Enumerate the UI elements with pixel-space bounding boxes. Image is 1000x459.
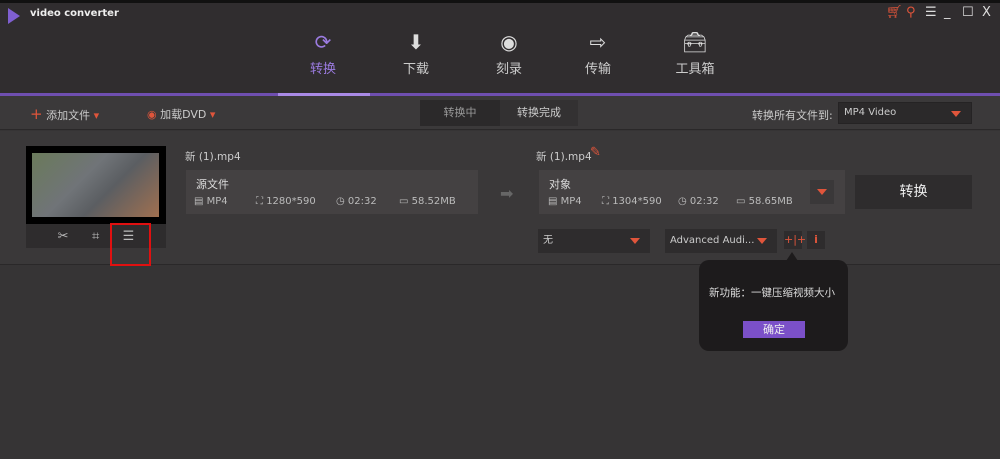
source-card: 源文件 ▤ MP4 ⛶ 1280*590 ◷ 02:32 ▭ 58.52MB (186, 170, 478, 214)
clock-icon: ◷ (678, 196, 687, 207)
subtitle-select[interactable]: 无 (538, 229, 650, 253)
clock-icon: ◷ (336, 196, 345, 207)
edit-icon[interactable]: ✎ (590, 145, 601, 160)
menu-icon[interactable]: ☰ (925, 5, 937, 20)
nav-download[interactable]: ⬇ 下载 (381, 28, 451, 77)
target-card: 对象 ▤ MP4 ⛶ 1304*590 ◷ 02:32 ▭ 58.65MB (539, 170, 845, 214)
key-icon[interactable]: ⚲ (906, 5, 916, 20)
nav-convert[interactable]: ⟳ 转换 (288, 28, 358, 77)
chevron-down-icon[interactable]: ▾ (210, 108, 216, 121)
resolution-icon: ⛶ (602, 196, 609, 207)
source-filename: 新 (1).mp4 (185, 151, 241, 163)
info-icon[interactable]: i (807, 231, 825, 249)
popup-ok-button[interactable]: 确定 (743, 321, 805, 338)
highlight-box (110, 223, 151, 266)
burn-icon: ◉ (500, 30, 518, 54)
crop-icon[interactable]: ⌗ (92, 229, 99, 244)
target-filename: 新 (1).mp4 (536, 151, 592, 163)
chevron-down-icon (630, 238, 640, 244)
toolbox-icon: 🧰︎ (682, 30, 708, 54)
nav-toolbox[interactable]: 🧰︎ 工具箱 (660, 28, 730, 77)
arrow-right-icon: ➡ (500, 184, 514, 203)
convert-all-label: 转换所有文件到: (752, 109, 833, 122)
chevron-down-icon (757, 238, 767, 244)
folder-icon: ▭ (399, 196, 409, 207)
scissors-icon[interactable]: ✂ (58, 229, 69, 244)
folder-icon: ▭ (736, 196, 746, 207)
output-format-select[interactable]: MP4 Video (838, 102, 972, 124)
nav-transfer[interactable]: ⇨ 传输 (563, 28, 633, 77)
compress-icon[interactable]: +|+ (784, 231, 806, 249)
convert-icon: ⟳ (314, 30, 332, 54)
popup-message: 新功能：一键压缩视频大小 (709, 287, 835, 299)
chevron-down-icon[interactable]: ▾ (94, 109, 100, 122)
download-icon: ⬇ (407, 30, 425, 54)
transfer-icon: ⇨ (589, 30, 607, 54)
audio-select[interactable]: Advanced Audi... (665, 229, 777, 253)
minimize-icon[interactable]: _ (944, 5, 951, 20)
convert-button[interactable]: 转换 (855, 175, 972, 209)
disc-icon: ◉ (147, 108, 157, 121)
source-title: 源文件 (196, 178, 229, 191)
film-icon: ▤ (548, 196, 558, 207)
app-title: video converter (30, 8, 119, 19)
resolution-icon: ⛶ (256, 196, 263, 207)
maximize-icon[interactable]: ☐ (962, 5, 974, 20)
tab-converting[interactable]: 转换中 (420, 100, 500, 126)
cart-icon[interactable]: 🛒︎ (886, 5, 903, 20)
plus-icon: + (30, 105, 43, 123)
app-logo-icon (8, 8, 20, 24)
chevron-down-icon (817, 189, 827, 195)
tab-converted[interactable]: 转换完成 (500, 100, 578, 126)
chevron-down-icon (951, 111, 961, 117)
close-icon[interactable]: X (982, 5, 991, 20)
nav-burn[interactable]: ◉ 刻录 (474, 28, 544, 77)
film-icon: ▤ (194, 196, 204, 207)
target-title: 对象 (549, 178, 571, 191)
add-file-button[interactable]: + 添加文件 ▾ (30, 105, 99, 123)
thumbnail-image (32, 153, 159, 217)
load-dvd-button[interactable]: ◉ 加载DVD ▾ (147, 106, 215, 122)
target-format-dropdown[interactable] (810, 180, 834, 204)
